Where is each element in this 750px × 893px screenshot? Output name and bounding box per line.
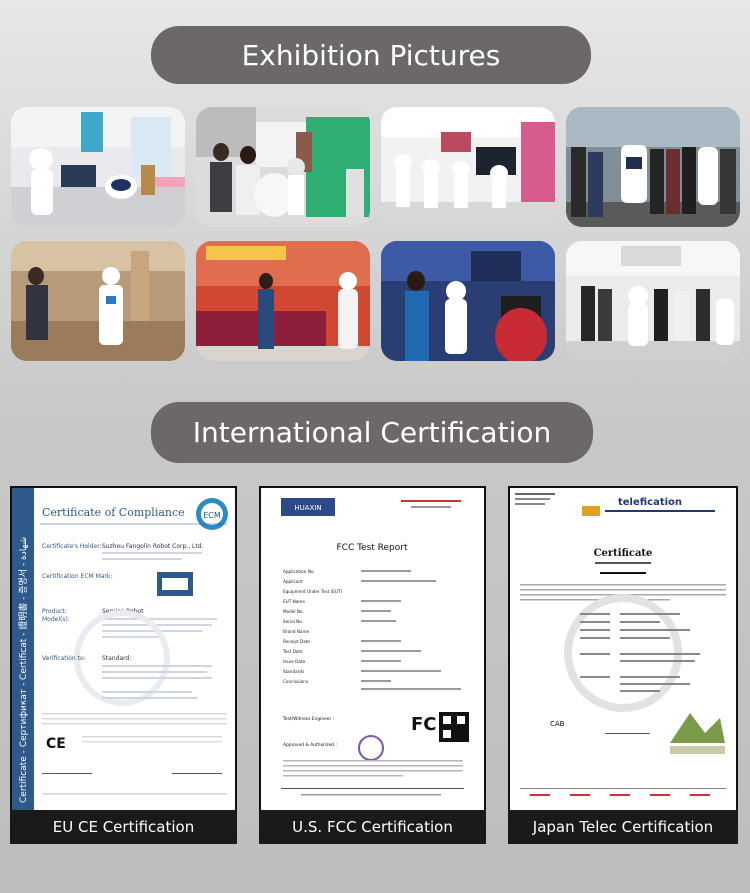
exhibition-photo-1 [11,107,185,227]
svg-text:Verification to:: Verification to: [42,655,86,662]
fcc-row-label: Standards [283,669,304,674]
exhibition-photo-2 [196,107,370,227]
eu-ce-certificate-document: Certificate - Сертификат - Certificat - … [12,488,235,810]
svg-text:Model(s):: Model(s): [42,616,70,623]
svg-text:HUAXIN: HUAXIN [294,504,321,512]
fcc-row-label: Model No. [283,609,304,614]
fcc-engineer-label: Test/Witness Engineer : [282,716,334,722]
svg-text:Issue Date: Issue Date [283,659,306,664]
eu-product-label: Product: [42,608,67,615]
eu-ecm-badge: ECM [203,511,221,520]
exhibition-photo-8 [566,241,740,361]
exhibition-pictures-title: Exhibition Pictures [151,26,591,84]
eu-verification-label: Verification to: [42,655,86,662]
svg-text:FCC Test Report: FCC Test Report [336,543,407,553]
fcc-row-label: Issue Date [283,659,306,664]
fcc-row-label: Conclusions [283,679,308,684]
fcc-row-label: Applicant [283,579,303,584]
us-fcc-caption-text: U.S. FCC Certification [292,818,453,836]
international-certification-title: International Certification [151,402,593,463]
japan-telec-certificate-card: telefication Certificate CAB Japan Telec… [508,486,738,844]
svg-text:FC: FC [411,714,437,735]
svg-text:Product:: Product: [42,608,67,615]
fcc-row-label: Serial No. [283,619,303,624]
eu-side-text: Certificate - Сертификат - Certificat - … [17,537,29,803]
svg-text:CAB: CAB [550,720,565,728]
svg-text:Model No.: Model No. [283,609,304,614]
eu-ce-mark: CE [46,736,66,752]
svg-text:telefication: telefication [618,497,682,508]
eu-model-label: Model(s): [42,616,70,623]
fcc-row-label: Receipt Date [283,639,310,644]
eu-standard-label: Standard: [102,655,131,662]
svg-text:Certification ECM Mark:: Certification ECM Mark: [42,573,112,580]
exhibition-photo-3 [381,107,555,227]
eu-certificate-title: Certificate of Compliance [42,506,185,519]
svg-text:Application No.: Application No. [283,569,315,574]
exhibition-photo-4 [566,107,740,227]
fcc-report-title: FCC Test Report [336,543,407,553]
svg-text:Brand Name: Brand Name [283,629,310,634]
exhibition-photo-5 [11,241,185,361]
fcc-row-label: Equipment Under Test (EUT) [283,589,343,594]
svg-text:Equipment Under Test (EUT): Equipment Under Test (EUT) [283,589,343,594]
fcc-approved-label: Approved & Authorized : [283,742,337,748]
svg-text:Standards: Standards [283,669,304,674]
svg-text:EUT Name: EUT Name [283,599,305,604]
svg-text:Certificate - Сертификат - Cer: Certificate - Сертификат - Certificat - … [17,537,29,803]
eu-holder-label: Certificate's Holder: [42,543,102,550]
svg-text:Applicant: Applicant [283,579,303,584]
eu-mark-label: Certification ECM Mark: [42,573,112,580]
exhibition-title-text: Exhibition Pictures [241,38,501,72]
us-fcc-certificate-document: HUAXIN FCC Test Report Application No. A… [261,488,484,810]
svg-text:Conclusions: Conclusions [283,679,308,684]
svg-text:Certificate of Compliance: Certificate of Compliance [42,506,185,519]
fcc-mark: FC [411,714,437,735]
svg-text:Standard:: Standard: [102,655,131,662]
eu-ce-certificate-card: Certificate - Сертификат - Certificat - … [10,486,237,844]
svg-text:Test Date: Test Date [282,649,303,654]
certification-title-text: International Certification [192,416,552,449]
japan-telec-caption: Japan Telec Certification [508,810,738,844]
exhibition-photo-7 [381,241,555,361]
japan-telec-caption-text: Japan Telec Certification [532,818,714,836]
svg-text:Suzhou Fangolin Robot Corp., L: Suzhou Fangolin Robot Corp., Ltd. [102,543,204,550]
fcc-row-label: EUT Name [283,599,305,604]
svg-text:Receipt Date: Receipt Date [283,639,310,644]
svg-text:Certificate's Holder:: Certificate's Holder: [42,543,102,550]
eu-ce-caption-text: EU CE Certification [52,818,195,836]
fcc-row-label: Application No. [283,569,315,574]
svg-text:Serial No.: Serial No. [283,619,303,624]
us-fcc-certificate-card: HUAXIN FCC Test Report Application No. A… [259,486,486,844]
svg-text:CE: CE [46,736,66,752]
fcc-row-label: Brand Name [283,629,310,634]
fcc-lab-logo: HUAXIN [294,504,321,512]
svg-text:Certificate: Certificate [594,548,653,559]
fcc-row-label: Test Date [282,649,303,654]
svg-text:ECM: ECM [203,511,221,520]
svg-text:Approved & Authorized :: Approved & Authorized : [283,742,337,748]
svg-text:Test/Witness Engineer :: Test/Witness Engineer : [282,716,334,722]
telec-certificate-title: Certificate [594,548,653,559]
eu-holder-value: Suzhou Fangolin Robot Corp., Ltd. [102,543,204,550]
telec-brand: telefication [618,497,682,508]
eu-ce-caption: EU CE Certification [10,810,237,844]
telec-cab-label: CAB [550,720,565,728]
japan-telec-certificate-document: telefication Certificate CAB [510,488,736,810]
exhibition-photo-6 [196,241,370,361]
us-fcc-caption: U.S. FCC Certification [259,810,486,844]
